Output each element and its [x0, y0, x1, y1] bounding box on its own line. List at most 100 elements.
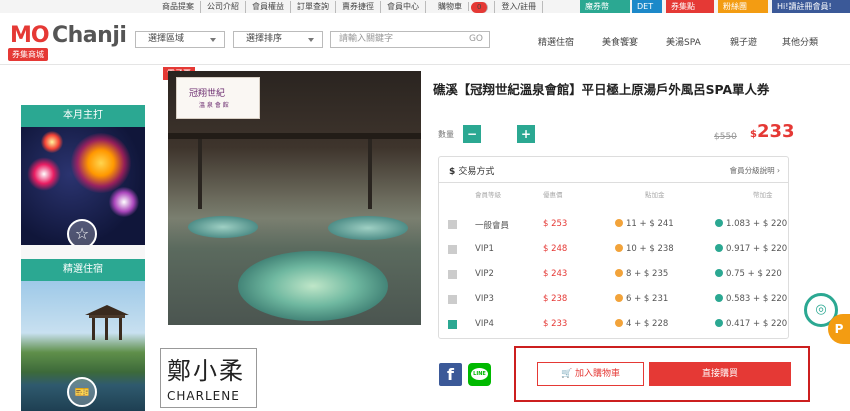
tier-row[interactable]: VIP1 $ 248 10 + $ 238 0.917 + $ 220 — [439, 238, 788, 262]
hot-spring-pool-left — [188, 216, 258, 238]
tier-points-value: 10 + $ 238 — [626, 244, 674, 254]
nav-accommodation[interactable]: 精選住宿 — [538, 35, 574, 48]
coin-icon — [715, 219, 723, 227]
logo-tag: 券集商城 — [8, 48, 48, 61]
top-link-login[interactable]: 登入/註冊 — [495, 1, 544, 13]
featured-month-title[interactable]: 本月主打 — [21, 105, 145, 127]
top-link-shortcut[interactable]: 賣券捷徑 — [336, 1, 381, 13]
promo-fanpage-button[interactable]: 粉絲團 — [718, 0, 768, 13]
nav-other[interactable]: 其他分類 — [782, 35, 818, 48]
top-link-order-query[interactable]: 訂單查詢 — [291, 1, 336, 13]
hot-spring-pool-main — [238, 251, 388, 321]
top-link-cart[interactable]: 購物車 0 — [426, 1, 496, 13]
tier-points-value: 6 + $ 231 — [626, 294, 669, 304]
dollar-icon: $ — [449, 167, 459, 177]
tier-coins-value: 1.083 + $ 220 — [726, 219, 788, 229]
tier-points-value: 8 + $ 235 — [626, 269, 669, 279]
selected-lodging-title[interactable]: 精選住宿 — [21, 259, 145, 281]
member-level-link[interactable]: 會員分級說明 › — [730, 165, 780, 176]
top-link-member-center[interactable]: 會員中心 — [381, 1, 426, 13]
transaction-title-text: 交易方式 — [458, 167, 495, 177]
ticket-icon: 🎫 — [67, 377, 97, 407]
col-header-points: 點加金 — [645, 191, 665, 199]
add-to-cart-button[interactable]: 🛒 加入購物車 — [537, 362, 644, 386]
facebook-share-icon[interactable]: f — [439, 363, 462, 386]
sort-select[interactable]: 選擇排序 — [233, 31, 323, 48]
hotel-sign-sub: 溫 泉 會 館 — [199, 102, 229, 109]
top-link-member-rights[interactable]: 會員權益 — [246, 1, 291, 13]
quantity-plus-button[interactable]: + — [517, 125, 535, 143]
quantity-minus-button[interactable]: − — [463, 125, 481, 143]
coin-icon — [715, 244, 723, 252]
nav-spa[interactable]: 美湯SPA — [666, 35, 701, 48]
promo-det-button[interactable]: DET — [632, 0, 662, 13]
points-coin-icon — [615, 219, 623, 227]
tier-row[interactable]: VIP4 $ 233 4 + $ 228 0.417 + $ 220 — [439, 313, 788, 337]
selected-lodging-banner[interactable]: 🎫 — [21, 281, 145, 411]
tier-points: 10 + $ 238 — [615, 244, 674, 254]
tier-row[interactable]: VIP3 $ 238 6 + $ 231 0.583 + $ 220 — [439, 288, 788, 312]
tier-coins: 0.75 + $ 220 — [715, 269, 782, 279]
tier-coins: 0.917 + $ 220 — [715, 244, 787, 254]
tier-row[interactable]: VIP2 $ 243 8 + $ 235 0.75 + $ 220 — [439, 263, 788, 287]
featured-month-banner[interactable]: ☆ — [21, 127, 145, 245]
tier-coins-value: 0.917 + $ 220 — [726, 244, 788, 254]
tier-checkbox[interactable] — [448, 295, 457, 304]
site-logo[interactable]: MO Chanji 券集商城 — [8, 21, 127, 61]
logo-chanji: Chanji — [52, 23, 127, 48]
nav-food[interactable]: 美食饗宴 — [602, 35, 638, 48]
floating-points-icon[interactable]: P — [828, 314, 850, 344]
top-links: 商品提案 公司介紹 會員權益 訂單查詢 賣券捷徑 會員中心 購物車 0 登入/註冊 — [156, 1, 544, 13]
site-header: MO Chanji 券集商城 選擇區域 選擇排序 請輸入關鍵字 GO 精選住宿 … — [0, 13, 850, 65]
transaction-panel: $ 交易方式 會員分級說明 › 會員等級 優惠價 點加金 幣加金 一般會員 $ … — [438, 156, 789, 339]
top-link-about[interactable]: 公司介紹 — [201, 1, 246, 13]
points-coin-icon — [615, 319, 623, 327]
pavilion-icon — [85, 305, 129, 340]
search-input[interactable]: 請輸入關鍵字 GO — [330, 31, 490, 48]
cart-label: 購物車 — [432, 2, 469, 11]
watermark-name-cn: 鄭小柔 — [167, 357, 245, 385]
promo-register-button[interactable]: Hi!讀註冊會員! — [772, 0, 850, 13]
promo-coin-button[interactable]: 魔券幣 — [580, 0, 630, 13]
tier-row[interactable]: 一般會員 $ 253 11 + $ 241 1.083 + $ 220 — [439, 213, 788, 237]
top-utility-bar: 商品提案 公司介紹 會員權益 訂單查詢 賣券捷徑 會員中心 購物車 0 登入/註冊… — [0, 0, 850, 13]
col-header-level: 會員等級 — [475, 191, 501, 199]
firework-1 — [71, 133, 131, 193]
tier-level: 一般會員 — [475, 221, 510, 231]
line-logo-text: LINE — [471, 368, 488, 380]
tier-price: $ 233 — [543, 319, 568, 329]
buy-now-button[interactable]: 直接購買 — [649, 362, 791, 386]
search-go-button[interactable]: GO — [469, 32, 483, 47]
product-title: 礁溪【冠翔世紀溫泉會館】平日極上原湯戶外風呂SPA單人券 — [433, 82, 770, 97]
tier-checkbox[interactable] — [448, 320, 457, 329]
tier-checkbox[interactable] — [448, 245, 457, 254]
pillar-right — [368, 139, 372, 209]
tier-points: 11 + $ 241 — [615, 219, 674, 229]
coin-icon — [715, 294, 723, 302]
tier-level: VIP3 — [475, 294, 494, 304]
firework-2 — [27, 157, 61, 191]
tier-checkbox[interactable] — [448, 220, 457, 229]
tier-level: VIP1 — [475, 244, 494, 254]
promo-points-button[interactable]: 券集點 — [666, 0, 714, 13]
points-coin-icon — [615, 244, 623, 252]
firework-4 — [109, 187, 139, 217]
line-share-icon[interactable]: LINE — [468, 363, 491, 386]
product-photo[interactable]: 冠翔世紀 溫 泉 會 館 — [168, 71, 421, 325]
region-select[interactable]: 選擇區域 — [135, 31, 225, 48]
tier-points: 6 + $ 231 — [615, 294, 668, 304]
transaction-header: $ 交易方式 會員分級說明 › — [439, 157, 788, 183]
tier-checkbox[interactable] — [448, 270, 457, 279]
tier-points-value: 11 + $ 241 — [626, 219, 674, 229]
tier-coins-value: 0.583 + $ 220 — [726, 294, 788, 304]
tier-points: 4 + $ 228 — [615, 319, 668, 329]
star-icon: ☆ — [67, 219, 97, 245]
sale-price-value: 233 — [756, 121, 795, 142]
coin-icon — [715, 319, 723, 327]
nav-family[interactable]: 親子遊 — [730, 35, 757, 48]
left-sidebar: 本月主打 ☆ 精選住宿 🎫 — [21, 105, 145, 411]
hotel-logo-sign: 冠翔世紀 溫 泉 會 館 — [176, 77, 260, 119]
sale-price: $233 — [750, 121, 795, 142]
quantity-label: 數量 — [438, 130, 454, 139]
top-link-proposal[interactable]: 商品提案 — [156, 1, 201, 13]
